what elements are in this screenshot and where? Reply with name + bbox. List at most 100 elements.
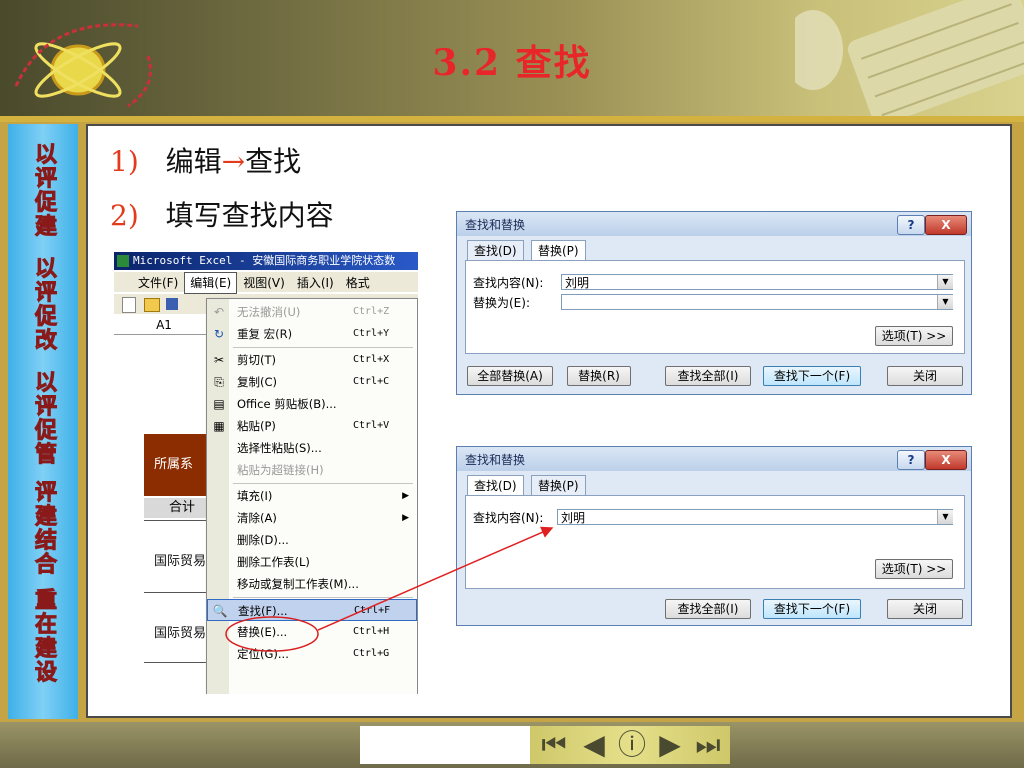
tab-find[interactable]: 查找(D) xyxy=(467,240,524,261)
excel-title-text: Microsoft Excel - 安徽国际商务职业学院状态数 xyxy=(133,254,396,267)
menu-item-paste-hyperlink[interactable]: 粘贴为超链接(H) xyxy=(207,459,417,481)
help-button[interactable]: ? xyxy=(897,215,925,235)
footer-blank xyxy=(360,726,530,764)
menu-insert[interactable]: 插入(I) xyxy=(291,273,340,293)
menu-item-label: 删除(D)... xyxy=(237,533,289,547)
menu-item-clear[interactable]: 清除(A) ▶ xyxy=(207,507,417,529)
menu-item-label: 移动或复制工作表(M)... xyxy=(237,577,359,591)
menu-item-find[interactable]: 🔍 查找(F)... Ctrl+F xyxy=(207,599,417,621)
step-2: 2) 填写查找内容 xyxy=(110,194,334,234)
name-box[interactable]: A1 xyxy=(114,316,214,335)
tab-replace[interactable]: 替换(P) xyxy=(531,475,586,496)
next-slide-icon[interactable]: ▶ xyxy=(650,728,690,762)
close-icon[interactable]: X xyxy=(925,215,967,235)
step-1-text-a: 编辑 xyxy=(165,145,222,178)
open-folder-icon[interactable] xyxy=(144,298,160,312)
find-label: 查找内容(N): xyxy=(473,276,544,290)
replace-button[interactable]: 替换(R) xyxy=(567,366,631,386)
step-1-number: 1) xyxy=(110,145,139,178)
cell-trade-2[interactable]: 国际贸易 xyxy=(154,622,206,641)
find-next-button[interactable]: 查找下一个(F) xyxy=(763,366,861,386)
menu-item-undo[interactable]: ↶ 无法撤消(U) Ctrl+Z xyxy=(207,301,417,323)
menu-item-paste[interactable]: ▦ 粘贴(P) Ctrl+V xyxy=(207,415,417,437)
scissors-icon: ✂ xyxy=(213,353,225,367)
chevron-down-icon[interactable]: ▼ xyxy=(937,275,953,289)
arrow-right-icon: → xyxy=(221,145,246,178)
step-2-text: 填写查找内容 xyxy=(165,199,334,232)
find-input[interactable]: 刘明 xyxy=(561,274,953,290)
menu-item-fill[interactable]: 填充(I) ▶ xyxy=(207,485,417,507)
excel-menubar: 文件(F) 编辑(E) 视图(V) 插入(I) 格式 xyxy=(114,272,418,294)
info-icon[interactable]: ⓘ xyxy=(612,728,652,762)
paste-icon: ▦ xyxy=(213,419,225,433)
tab-find[interactable]: 查找(D) xyxy=(467,475,524,497)
binoculars-icon: 🔍 xyxy=(212,604,228,618)
slogan-2: 以评促改 xyxy=(31,256,57,353)
menu-item-label: 剪切(T) xyxy=(237,353,276,367)
undo-icon: ↶ xyxy=(213,305,225,319)
menu-format[interactable]: 格式 xyxy=(340,273,376,293)
grid-line xyxy=(144,520,214,521)
nav-bar: ⏮ ◀ ⓘ ▶ ⏭ xyxy=(530,726,730,764)
menu-item-redo[interactable]: ↻ 重复 宏(R) Ctrl+Y xyxy=(207,323,417,345)
find-label: 查找内容(N): xyxy=(473,511,544,525)
replace-dialog: 查找和替换 ? X 查找(D) 替换(P) 查找内容(N): 刘明 ▼ 替换为(… xyxy=(456,211,972,395)
menu-item-shortcut: Ctrl+Z xyxy=(353,306,390,317)
menu-item-label: Office 剪贴板(B)... xyxy=(237,397,337,411)
menu-file[interactable]: 文件(F) xyxy=(114,273,184,293)
excel-app-icon xyxy=(117,255,129,267)
find-all-button[interactable]: 查找全部(I) xyxy=(665,599,751,619)
close-icon[interactable]: X xyxy=(925,450,967,470)
chevron-down-icon[interactable]: ▼ xyxy=(937,510,953,524)
previous-slide-icon[interactable]: ◀ xyxy=(574,728,614,762)
menu-item-copy[interactable]: ⎘ 复制(C) Ctrl+C xyxy=(207,371,417,393)
find-input[interactable]: 刘明 xyxy=(557,509,953,525)
menu-item-move-copy-sheet[interactable]: 移动或复制工作表(M)... xyxy=(207,573,417,595)
menu-item-delete-sheet[interactable]: 删除工作表(L) xyxy=(207,551,417,573)
step-1-text-b: 查找 xyxy=(245,145,302,178)
menu-item-shortcut: Ctrl+G xyxy=(353,648,390,659)
menu-item-clipboard[interactable]: ▤ Office 剪贴板(B)... xyxy=(207,393,417,415)
slogan-1: 以评促建 xyxy=(31,142,57,239)
save-icon[interactable] xyxy=(166,298,178,310)
new-file-icon[interactable] xyxy=(122,297,136,313)
menu-view[interactable]: 视图(V) xyxy=(237,273,291,293)
find-all-button[interactable]: 查找全部(I) xyxy=(665,366,751,386)
menu-item-label: 替换(E)... xyxy=(237,625,288,639)
first-slide-icon[interactable]: ⏮ xyxy=(534,728,574,762)
menu-edit[interactable]: 编辑(E) xyxy=(184,272,238,294)
options-button[interactable]: 选项(T) >> xyxy=(875,559,953,579)
close-button[interactable]: 关闭 xyxy=(887,599,963,619)
menu-item-goto[interactable]: 定位(G)... Ctrl+G xyxy=(207,643,417,665)
submenu-arrow-icon: ▶ xyxy=(402,491,409,501)
menu-item-delete[interactable]: 删除(D)... xyxy=(207,529,417,551)
cell-trade-1[interactable]: 国际贸易 xyxy=(154,550,206,569)
replace-input[interactable] xyxy=(561,294,953,310)
close-button[interactable]: 关闭 xyxy=(887,366,963,386)
excel-title-bar: Microsoft Excel - 安徽国际商务职业学院状态数 xyxy=(114,252,418,270)
menu-item-label: 复制(C) xyxy=(237,375,278,389)
dialog-title: 查找和替换 xyxy=(465,218,526,232)
menu-separator xyxy=(233,347,413,348)
menu-item-cut[interactable]: ✂ 剪切(T) Ctrl+X xyxy=(207,349,417,371)
menu-item-shortcut: Ctrl+H xyxy=(353,626,390,637)
header-divider xyxy=(0,116,1024,122)
menu-item-label: 无法撤消(U) xyxy=(237,305,301,319)
help-button[interactable]: ? xyxy=(897,450,925,470)
tab-replace[interactable]: 替换(P) xyxy=(531,240,586,262)
grid-line xyxy=(144,592,214,593)
redo-icon: ↻ xyxy=(213,327,225,341)
menu-item-replace[interactable]: 替换(E)... Ctrl+H xyxy=(207,621,417,643)
find-next-button[interactable]: 查找下一个(F) xyxy=(763,599,861,619)
find-dialog: 查找和替换 ? X 查找(D) 替换(P) 查找内容(N): 刘明 ▼ 选项(T… xyxy=(456,446,972,626)
menu-item-label: 粘贴为超链接(H) xyxy=(237,463,324,477)
menu-separator xyxy=(233,483,413,484)
chevron-down-icon[interactable]: ▼ xyxy=(937,295,953,309)
options-button[interactable]: 选项(T) >> xyxy=(875,326,953,346)
menu-item-paste-special[interactable]: 选择性粘贴(S)... xyxy=(207,437,417,459)
last-slide-icon[interactable]: ⏭ xyxy=(688,728,728,762)
menu-item-label: 定位(G)... xyxy=(237,647,289,661)
menu-item-label: 清除(A) xyxy=(237,511,277,525)
replace-all-button[interactable]: 全部替换(A) xyxy=(467,366,553,386)
copy-icon: ⎘ xyxy=(214,375,224,389)
